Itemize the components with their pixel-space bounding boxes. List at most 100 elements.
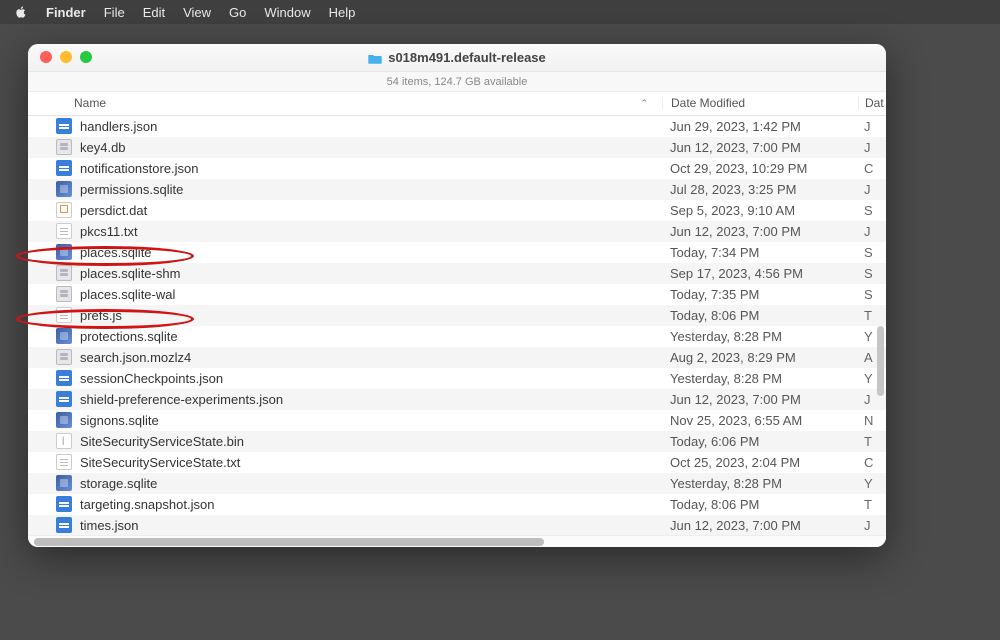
file-row[interactable]: SiteSecurityServiceState.txt Oct 25, 2023… [28, 452, 886, 473]
file-row[interactable]: handlers.jsonJun 29, 2023, 1:42 PMJ [28, 116, 886, 137]
file-name: shield-preference-experiments.json [80, 392, 283, 407]
file-name-cell: sessionCheckpoints.json [28, 370, 662, 386]
file-row[interactable]: storage.sqliteYesterday, 8:28 PMY [28, 473, 886, 494]
file-row[interactable]: times.jsonJun 12, 2023, 7:00 PMJ [28, 515, 886, 535]
menu-file[interactable]: File [104, 5, 125, 20]
menu-view[interactable]: View [183, 5, 211, 20]
file-row[interactable]: signons.sqliteNov 25, 2023, 6:55 AMN [28, 410, 886, 431]
file-name: persdict.dat [80, 203, 147, 218]
menu-help[interactable]: Help [329, 5, 356, 20]
file-date: Oct 25, 2023, 2:04 PM [662, 455, 858, 470]
file-date: Oct 29, 2023, 10:29 PM [662, 161, 858, 176]
file-name-cell: places.sqlite [28, 244, 662, 260]
file-date: Jun 12, 2023, 7:00 PM [662, 392, 858, 407]
minimize-button[interactable] [60, 51, 72, 63]
sqlite-file-icon [56, 412, 72, 428]
file-name-cell: notificationstore.json [28, 160, 662, 176]
file-row[interactable]: search.json.mozlz4Aug 2, 2023, 8:29 PMA [28, 347, 886, 368]
file-extra: T [858, 434, 886, 449]
folder-icon [368, 52, 382, 63]
file-extra: N [858, 413, 886, 428]
json-file-icon [56, 391, 72, 407]
file-date: Aug 2, 2023, 8:29 PM [662, 350, 858, 365]
file-date: Nov 25, 2023, 6:55 AM [662, 413, 858, 428]
window-titlebar[interactable]: s018m491.default-release [28, 44, 886, 72]
file-name: protections.sqlite [80, 329, 178, 344]
file-date: Yesterday, 8:28 PM [662, 329, 858, 344]
file-name: SiteSecurityServiceState.txt [80, 455, 240, 470]
zoom-button[interactable] [80, 51, 92, 63]
file-row[interactable]: SiteSecurityServiceState.binToday, 6:06 … [28, 431, 886, 452]
file-row[interactable]: persdict.datSep 5, 2023, 9:10 AMS [28, 200, 886, 221]
sqlite-file-icon [56, 475, 72, 491]
file-name-cell: targeting.snapshot.json [28, 496, 662, 512]
file-date: Today, 7:34 PM [662, 245, 858, 260]
json-file-icon [56, 517, 72, 533]
column-date[interactable]: Date Modified [662, 96, 858, 110]
file-name: targeting.snapshot.json [80, 497, 214, 512]
sqlite-file-icon [56, 244, 72, 260]
file-date: Today, 8:06 PM [662, 497, 858, 512]
file-row[interactable]: places.sqliteToday, 7:34 PMS [28, 242, 886, 263]
file-row[interactable]: sessionCheckpoints.jsonYesterday, 8:28 P… [28, 368, 886, 389]
file-name-cell: pkcs11.txt [28, 223, 662, 239]
menu-go[interactable]: Go [229, 5, 246, 20]
file-name-cell: prefs.js [28, 307, 662, 323]
system-menubar: Finder File Edit View Go Window Help [0, 0, 1000, 24]
file-row[interactable]: places.sqlite-shmSep 17, 2023, 4:56 PMS [28, 263, 886, 284]
file-name-cell: places.sqlite-wal [28, 286, 662, 302]
file-extra: S [858, 287, 886, 302]
file-extra: Y [858, 476, 886, 491]
file-extra: C [858, 161, 886, 176]
apple-logo-icon[interactable] [14, 5, 28, 19]
file-row[interactable]: shield-preference-experiments.json Jun 12… [28, 389, 886, 410]
menu-edit[interactable]: Edit [143, 5, 165, 20]
file-date: Jun 12, 2023, 7:00 PM [662, 140, 858, 155]
file-row[interactable]: notificationstore.jsonOct 29, 2023, 10:2… [28, 158, 886, 179]
file-date: Today, 6:06 PM [662, 434, 858, 449]
column-extra[interactable]: Dat [858, 96, 886, 110]
file-date: Yesterday, 8:28 PM [662, 371, 858, 386]
file-name-cell: signons.sqlite [28, 412, 662, 428]
column-date-label: Date Modified [671, 96, 745, 110]
file-row[interactable]: key4.dbJun 12, 2023, 7:00 PMJ [28, 137, 886, 158]
file-name: handlers.json [80, 119, 157, 134]
vertical-scrollbar[interactable] [877, 326, 884, 396]
file-list: handlers.jsonJun 29, 2023, 1:42 PMJkey4.… [28, 116, 886, 535]
file-name: places.sqlite-wal [80, 287, 175, 302]
sort-indicator-icon: ⌃ [640, 98, 648, 109]
file-extra: J [858, 224, 886, 239]
file-extra: C [858, 455, 886, 470]
file-extra: S [858, 203, 886, 218]
file-name: times.json [80, 518, 139, 533]
file-extra: S [858, 245, 886, 260]
file-name-cell: places.sqlite-shm [28, 265, 662, 281]
json-file-icon [56, 496, 72, 512]
column-extra-label: Dat [865, 96, 884, 110]
menu-window[interactable]: Window [264, 5, 310, 20]
file-extra: J [858, 140, 886, 155]
file-row[interactable]: protections.sqliteYesterday, 8:28 PMY [28, 326, 886, 347]
sqlite-file-icon [56, 328, 72, 344]
file-row[interactable]: targeting.snapshot.jsonToday, 8:06 PMT [28, 494, 886, 515]
column-name[interactable]: Name ⌃ [28, 96, 662, 110]
close-button[interactable] [40, 51, 52, 63]
file-extra: J [858, 119, 886, 134]
file-name-cell: persdict.dat [28, 202, 662, 218]
horizontal-scrollbar[interactable] [34, 538, 544, 546]
file-name-cell: SiteSecurityServiceState.txt [28, 454, 662, 470]
app-menu[interactable]: Finder [46, 5, 86, 20]
file-row[interactable]: pkcs11.txtJun 12, 2023, 7:00 PMJ [28, 221, 886, 242]
file-extra: J [858, 518, 886, 533]
file-row[interactable]: permissions.sqliteJul 28, 2023, 3:25 PMJ [28, 179, 886, 200]
file-row[interactable]: prefs.jsToday, 8:06 PMT [28, 305, 886, 326]
file-name: prefs.js [80, 308, 122, 323]
column-header: Name ⌃ Date Modified Dat [28, 92, 886, 116]
db-file-icon [56, 286, 72, 302]
file-row[interactable]: places.sqlite-walToday, 7:35 PMS [28, 284, 886, 305]
json-file-icon [56, 160, 72, 176]
dat-file-icon [56, 202, 72, 218]
file-name-cell: key4.db [28, 139, 662, 155]
file-date: Jul 28, 2023, 3:25 PM [662, 182, 858, 197]
db-file-icon [56, 139, 72, 155]
